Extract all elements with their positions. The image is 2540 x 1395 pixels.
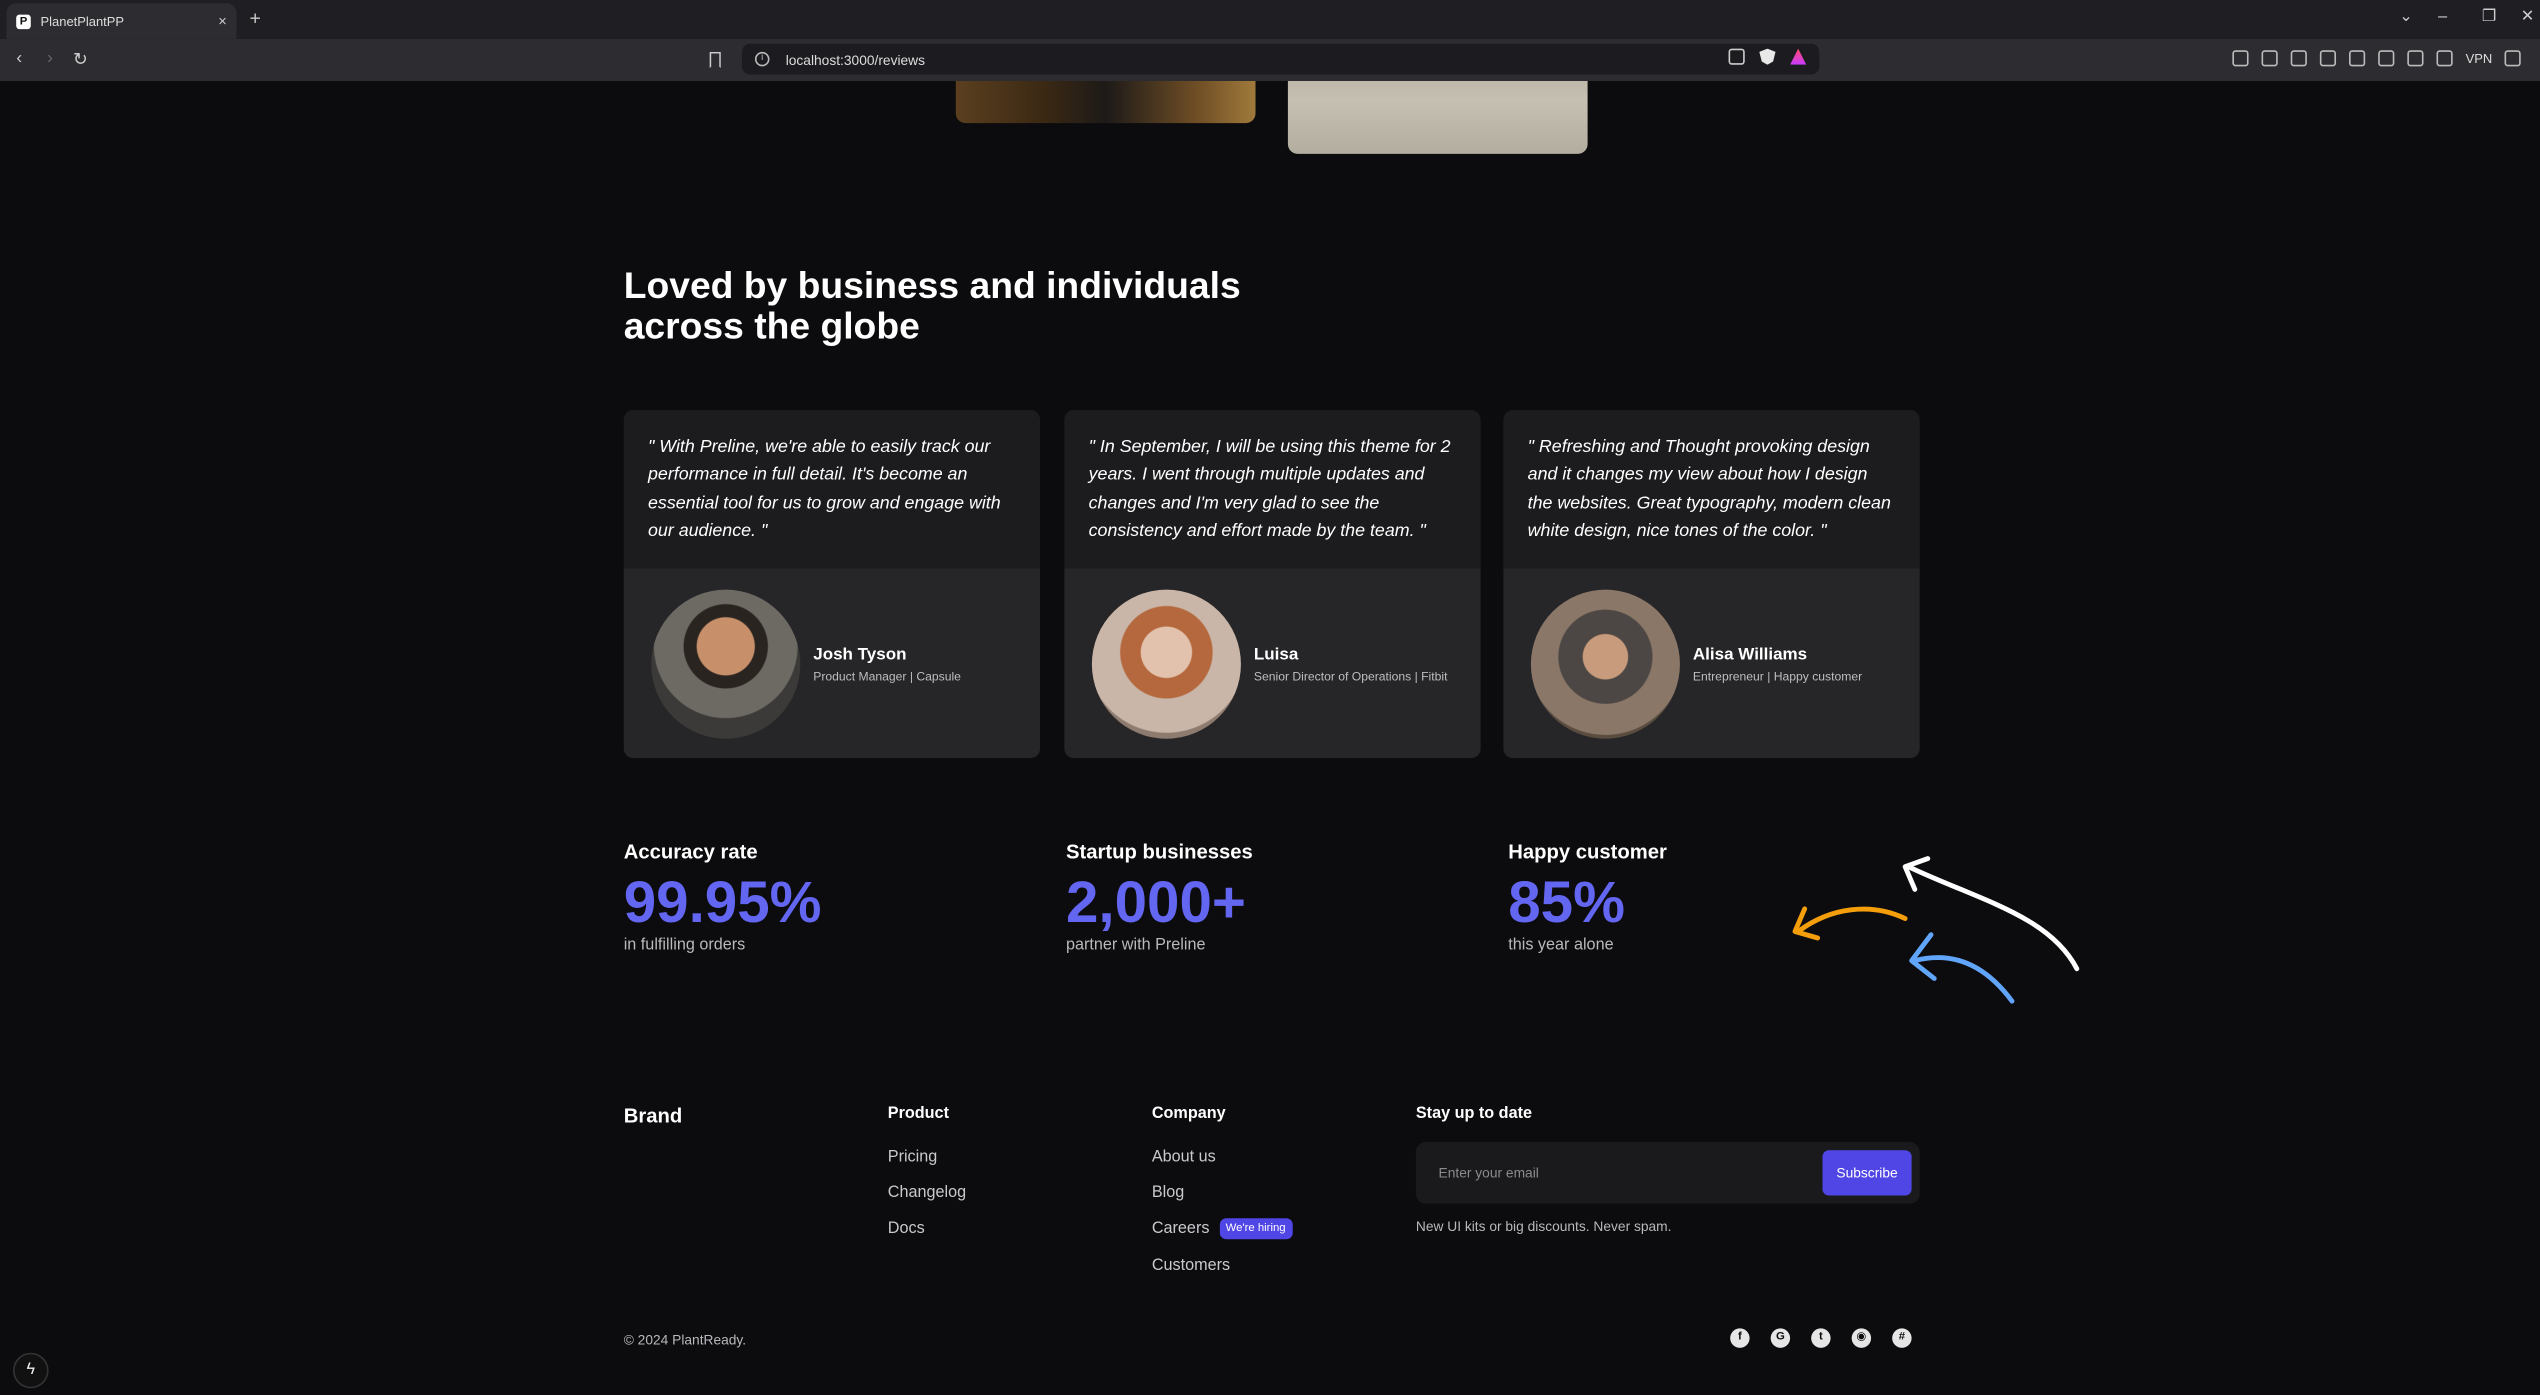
brave-rewards-icon[interactable] <box>1790 48 1807 65</box>
favicon-icon: P <box>16 13 31 29</box>
testimonial-card: " In September, I will be using this the… <box>1064 409 1481 759</box>
avatar <box>1091 588 1241 738</box>
footer-link-careers[interactable]: Careers We're hiring <box>1152 1211 1293 1247</box>
author-role: Entrepreneur | Happy customer <box>1692 668 1863 683</box>
stat-value: 2,000+ <box>1065 868 1246 935</box>
leo-icon[interactable] <box>2436 50 2453 67</box>
google-icon[interactable]: G <box>1770 1328 1791 1348</box>
avatar <box>1530 588 1680 738</box>
slack-icon[interactable]: # <box>1892 1328 1912 1348</box>
footer-link-customers[interactable]: Customers <box>1152 1247 1292 1283</box>
browser-tab[interactable]: P PlanetPlantPP × <box>6 3 237 39</box>
footer-link-about[interactable]: About us <box>1152 1139 1292 1175</box>
stat-label: Accuracy rate <box>623 840 758 864</box>
stat-label: Happy customer <box>1508 840 1667 864</box>
email-input[interactable] <box>1415 1142 1805 1204</box>
testimonial-author: Luisa Senior Director of Operations | Fi… <box>1064 568 1481 759</box>
stat-subtext: in fulfilling orders <box>623 936 746 955</box>
footer-link-docs[interactable]: Docs <box>888 1211 966 1247</box>
testimonial-quote: " In September, I will be using this the… <box>1088 437 1451 542</box>
reload-icon[interactable]: ↻ <box>73 49 88 69</box>
site-info-icon[interactable]: i <box>754 51 770 67</box>
hiring-badge: We're hiring <box>1219 1218 1293 1240</box>
github-icon[interactable]: ◉ <box>1851 1328 1872 1348</box>
subscribe-form: Subscribe <box>1415 1142 1920 1204</box>
footer-brand[interactable]: Brand <box>624 1105 683 1128</box>
gallery-image <box>955 81 1256 124</box>
subscribe-button[interactable]: Subscribe <box>1822 1150 1912 1196</box>
testimonial-card: " With Preline, we're able to easily tra… <box>623 409 1041 759</box>
decorative-arrows-icon <box>1792 856 2080 1004</box>
social-links: f G t ◉ # <box>1730 1328 1912 1348</box>
mic-icon[interactable] <box>2232 50 2249 67</box>
twitter-icon[interactable]: t <box>1811 1328 1831 1348</box>
gallery-image <box>1287 81 1588 154</box>
careers-label[interactable]: Careers <box>1152 1220 1210 1238</box>
new-tab-button[interactable]: + <box>249 6 260 29</box>
avatar <box>651 588 801 738</box>
stat-startups: Startup businesses 2,000+ partner with P… <box>1066 841 1253 954</box>
stat-subtext: partner with Preline <box>1065 936 1206 955</box>
stat-happy-customers: Happy customer 85% this year alone <box>1508 841 1667 954</box>
author-name: Alisa Williams <box>1692 643 1808 664</box>
testimonial-author: Josh Tyson Product Manager | Capsule <box>623 568 1041 759</box>
testimonial-quote: " With Preline, we're able to easily tra… <box>648 437 1001 542</box>
stat-accuracy: Accuracy rate 99.95% in fulfilling order… <box>624 841 822 954</box>
author-role: Senior Director of Operations | Fitbit <box>1253 668 1448 683</box>
address-bar[interactable]: i localhost:3000/reviews <box>741 43 1820 75</box>
facebook-icon[interactable]: f <box>1730 1328 1750 1348</box>
restore-icon[interactable]: ❐ <box>2482 8 2497 26</box>
url-text: localhost:3000/reviews <box>785 51 926 68</box>
author-name: Josh Tyson <box>813 643 907 664</box>
author-role: Product Manager | Capsule <box>813 668 961 683</box>
puzzle-icon[interactable] <box>2290 50 2307 67</box>
testimonial-quote: " Refreshing and Thought provoking desig… <box>1527 437 1891 542</box>
close-tab-icon[interactable]: × <box>218 13 227 29</box>
footer-company-column: Company About us Blog Careers We're hiri… <box>1151 1104 1293 1284</box>
download-icon[interactable] <box>2349 50 2366 67</box>
footer-link-blog[interactable]: Blog <box>1152 1175 1292 1211</box>
copyright: © 2024 PlantReady. <box>623 1331 747 1348</box>
share-icon[interactable] <box>1728 48 1745 65</box>
testimonial-card: " Refreshing and Thought provoking desig… <box>1503 409 1920 759</box>
tab-title: PlanetPlantPP <box>40 13 125 29</box>
newsletter-heading: Stay up to date <box>1415 1104 1533 1123</box>
page-content: Loved by business and individuals across… <box>0 81 2540 1395</box>
footer-heading: Company <box>1151 1104 1226 1123</box>
sidebar-icon[interactable] <box>2378 50 2395 67</box>
browser-tab-bar: P PlanetPlantPP × + ⌄ – ❐ ✕ <box>0 0 2540 39</box>
minimize-icon[interactable]: – <box>2438 8 2447 26</box>
browser-toolbar: ‹ › ↻ i localhost:3000/reviews VPN <box>0 38 2540 81</box>
testimonial-author: Alisa Williams Entrepreneur | Happy cust… <box>1503 568 1920 759</box>
stat-subtext: this year alone <box>1508 936 1614 955</box>
menu-icon[interactable] <box>2505 50 2522 67</box>
stat-value: 99.95% <box>623 868 822 935</box>
back-icon[interactable]: ‹ <box>16 49 22 68</box>
tab-search-icon[interactable]: ⌄ <box>2399 8 2413 26</box>
bookmark-icon[interactable] <box>709 51 721 69</box>
stat-value: 85% <box>1508 868 1625 935</box>
brave-shield-icon[interactable] <box>1759 48 1776 65</box>
footer-link-changelog[interactable]: Changelog <box>888 1175 966 1211</box>
newsletter-note: New UI kits or big discounts. Never spam… <box>1415 1218 1672 1235</box>
footer-heading: Product <box>887 1104 949 1123</box>
image-icon[interactable] <box>2261 50 2278 67</box>
newsletter: Stay up to date Subscribe New UI kits or… <box>1415 1104 1920 1234</box>
forward-icon[interactable]: › <box>47 49 53 68</box>
footer-product-column: Product Pricing Changelog Docs <box>888 1105 966 1247</box>
stat-label: Startup businesses <box>1065 840 1253 864</box>
author-name: Luisa <box>1253 643 1299 664</box>
footer-link-pricing[interactable]: Pricing <box>888 1139 966 1175</box>
music-icon[interactable] <box>2319 50 2337 67</box>
vpn-button[interactable]: VPN <box>2466 51 2493 66</box>
wallet-icon[interactable] <box>2407 50 2424 67</box>
reviews-headline: Loved by business and individuals across… <box>623 264 1241 347</box>
dev-tools-icon[interactable]: ϟ <box>12 1352 49 1389</box>
close-window-icon[interactable]: ✕ <box>2521 8 2535 26</box>
